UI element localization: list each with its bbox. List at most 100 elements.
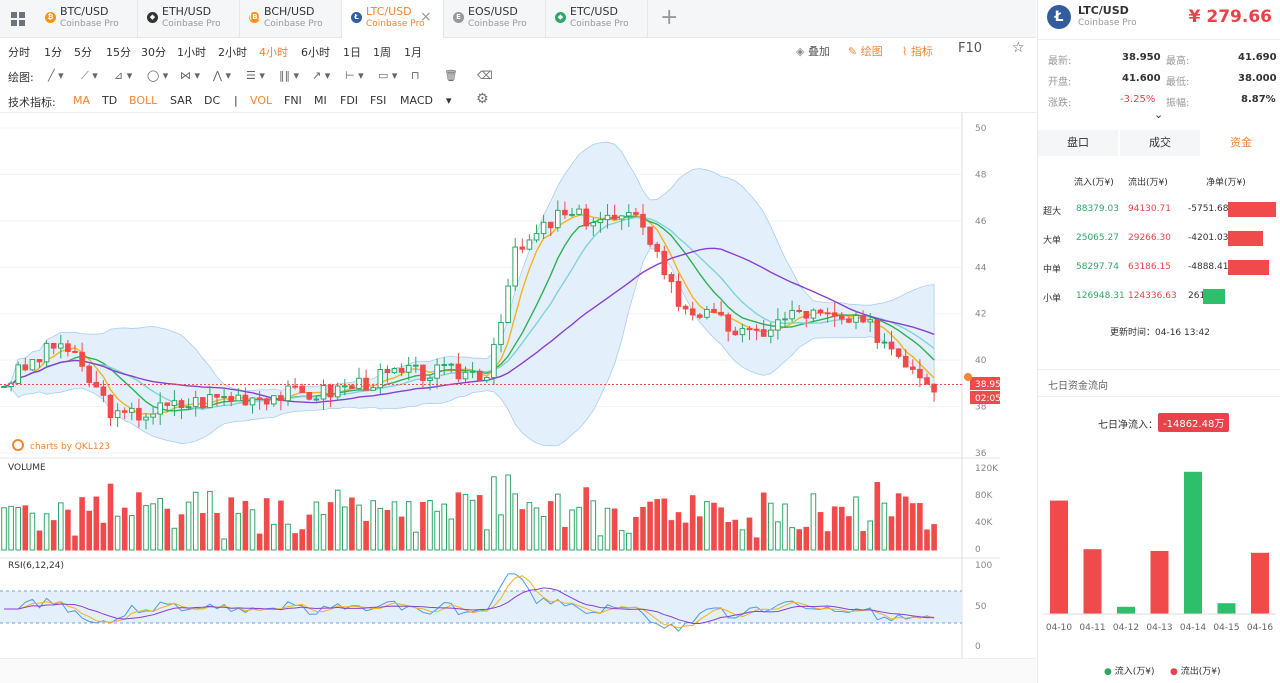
volume-bar — [72, 535, 78, 551]
favorite-star-icon[interactable]: ☆ — [1012, 40, 1025, 56]
timeframe-8[interactable]: 6小时 — [301, 44, 330, 60]
line-tool-icon[interactable]: ╱ ▾ — [48, 69, 64, 82]
candle-body — [533, 233, 540, 241]
volume-bar — [725, 521, 732, 551]
overlay-button[interactable]: ◈ 叠加 — [796, 43, 830, 59]
tab-etc-usd[interactable]: ◆ ETC/USD Coinbase Pro — [546, 0, 648, 38]
timeframe-0[interactable]: 分时 — [8, 44, 30, 60]
volume-bar — [207, 490, 213, 551]
volume-bar — [505, 474, 511, 551]
indicator-dropdown-icon[interactable]: ▾ — [446, 94, 452, 107]
timeframe-9[interactable]: 1日 — [343, 44, 361, 60]
tab-ltc-usd[interactable]: Ł LTC/USD Coinbase Pro × — [342, 0, 444, 38]
volume-bar — [668, 520, 675, 551]
timeframe-11[interactable]: 1月 — [404, 44, 422, 60]
volume-bar — [36, 530, 43, 551]
volume-bar — [263, 498, 270, 551]
indicator-bar: 技术指标: MA TD BOLL SAR DC | VOL FNI MI FDI FSI MACD ▾ … — [0, 87, 1036, 113]
indicator-vol[interactable]: VOL — [250, 94, 272, 107]
candle-body — [484, 377, 490, 381]
candle-body — [43, 342, 50, 363]
tab-bch-usd[interactable]: (B) BCH/USD Coinbase Pro — [240, 0, 342, 38]
volume-bar — [306, 514, 313, 551]
indicator-fsi[interactable]: FSI — [370, 94, 386, 107]
add-tab-icon[interactable]: + — [660, 5, 678, 30]
flow-row-name: 中单 — [1043, 265, 1062, 275]
flow-row-in: 25065.27 — [1076, 233, 1119, 243]
price-chart[interactable]: 5048464442403836120K80K40K01005003/294/2… — [0, 113, 1000, 658]
seven-day-date: 04-14 — [1180, 623, 1206, 633]
tab-eos-usd[interactable]: E EOS/USD Coinbase Pro — [444, 0, 546, 38]
indicator-macd[interactable]: MACD — [400, 94, 433, 107]
candle-body — [682, 305, 689, 310]
grid-tool-icon[interactable]: ‖‖ ▾ — [279, 69, 299, 82]
volume-tick-label: 40K — [975, 518, 993, 528]
channel-tool-icon[interactable]: ⊿ ▾ — [114, 69, 132, 82]
candle-body — [441, 364, 447, 367]
settings-gear-icon[interactable]: ⚙ — [476, 91, 489, 107]
timeframe-3[interactable]: 15分 — [106, 44, 131, 60]
volume-bar — [178, 514, 185, 551]
volume-bar — [356, 504, 362, 551]
tab-eth-usd[interactable]: ◆ ETH/USD Coinbase Pro — [138, 0, 240, 38]
candle-body — [647, 226, 653, 245]
level-tool-icon[interactable]: ☰ ▾ — [246, 69, 265, 82]
price-tick-label: 40 — [975, 356, 987, 366]
volume-bar — [370, 500, 376, 551]
measure-tool-icon[interactable]: ⊓ — [411, 69, 420, 82]
candle-body — [597, 219, 604, 224]
text-tool-icon[interactable]: ▭ ▾ — [378, 69, 397, 82]
indicator-sar[interactable]: SAR — [170, 94, 192, 107]
timeframe-5[interactable]: 1小时 — [177, 44, 206, 60]
volume-bar — [633, 517, 639, 551]
qkl-logo-icon — [12, 439, 24, 451]
tab-capital[interactable]: 资金 — [1201, 130, 1280, 156]
indicator-boll[interactable]: BOLL — [129, 94, 157, 107]
indicator-td[interactable]: TD — [102, 94, 117, 107]
f10-button[interactable]: F10 — [958, 41, 982, 56]
volume-bar — [704, 501, 710, 551]
candle-body — [107, 394, 114, 419]
indicator-fdi[interactable]: FDI — [340, 94, 358, 107]
range-tool-icon[interactable]: ⊢ ▾ — [345, 69, 364, 82]
ethereum-icon: ◆ — [147, 12, 158, 23]
timeframe-10[interactable]: 1周 — [373, 44, 391, 60]
arrow-tool-icon[interactable]: ↗ ▾ — [312, 69, 330, 82]
draw-button[interactable]: ✎ 绘图 — [848, 43, 883, 59]
indicator-mi[interactable]: MI — [314, 94, 327, 107]
delete-tool-icon[interactable]: 🗑 — [444, 69, 458, 82]
volume-bar — [583, 487, 590, 551]
grid-menu-icon[interactable] — [0, 0, 36, 38]
tab-orderbook[interactable]: 盘口 — [1038, 130, 1118, 156]
expand-chevron-icon[interactable]: ⌄ — [1154, 108, 1163, 121]
indicator-dc[interactable]: DC — [204, 94, 220, 107]
fib-tool-icon[interactable]: ⋈ ▾ — [180, 69, 200, 82]
flow-net-bar — [1203, 289, 1225, 304]
ray-tool-icon[interactable]: ⟋ ▾ — [81, 69, 98, 83]
volume-bar — [626, 532, 632, 551]
indicator-ma[interactable]: MA — [73, 94, 90, 107]
indicator-fni[interactable]: FNI — [284, 94, 302, 107]
divider — [1038, 39, 1280, 40]
candle-body — [221, 396, 227, 399]
volume-bar — [391, 501, 398, 551]
eraser-tool-icon[interactable]: ⌫ — [477, 69, 493, 82]
timeframe-7[interactable]: 4小时 — [259, 44, 288, 60]
volume-bar — [789, 527, 795, 551]
circle-tool-icon[interactable]: ◯ ▾ — [147, 69, 168, 82]
volume-bar — [136, 492, 142, 551]
tab-btc-usd[interactable]: ₿ BTC/USD Coinbase Pro — [36, 0, 138, 38]
candle-body — [320, 385, 327, 400]
candle-body — [732, 330, 739, 336]
pattern-tool-icon[interactable]: ⋀ ▾ — [213, 69, 231, 82]
timeframe-4[interactable]: 30分 — [141, 44, 166, 60]
tab-close-icon[interactable]: × — [420, 9, 432, 25]
timeframe-1[interactable]: 1分 — [44, 44, 62, 60]
candle-body — [242, 394, 249, 406]
tab-trades[interactable]: 成交 — [1120, 130, 1200, 156]
candle-body — [789, 309, 795, 320]
timeframe-6[interactable]: 2小时 — [218, 44, 247, 60]
timeframe-2[interactable]: 5分 — [74, 44, 92, 60]
indicator-button[interactable]: ⌇ 指标 — [902, 43, 933, 59]
candle-body — [760, 329, 767, 337]
